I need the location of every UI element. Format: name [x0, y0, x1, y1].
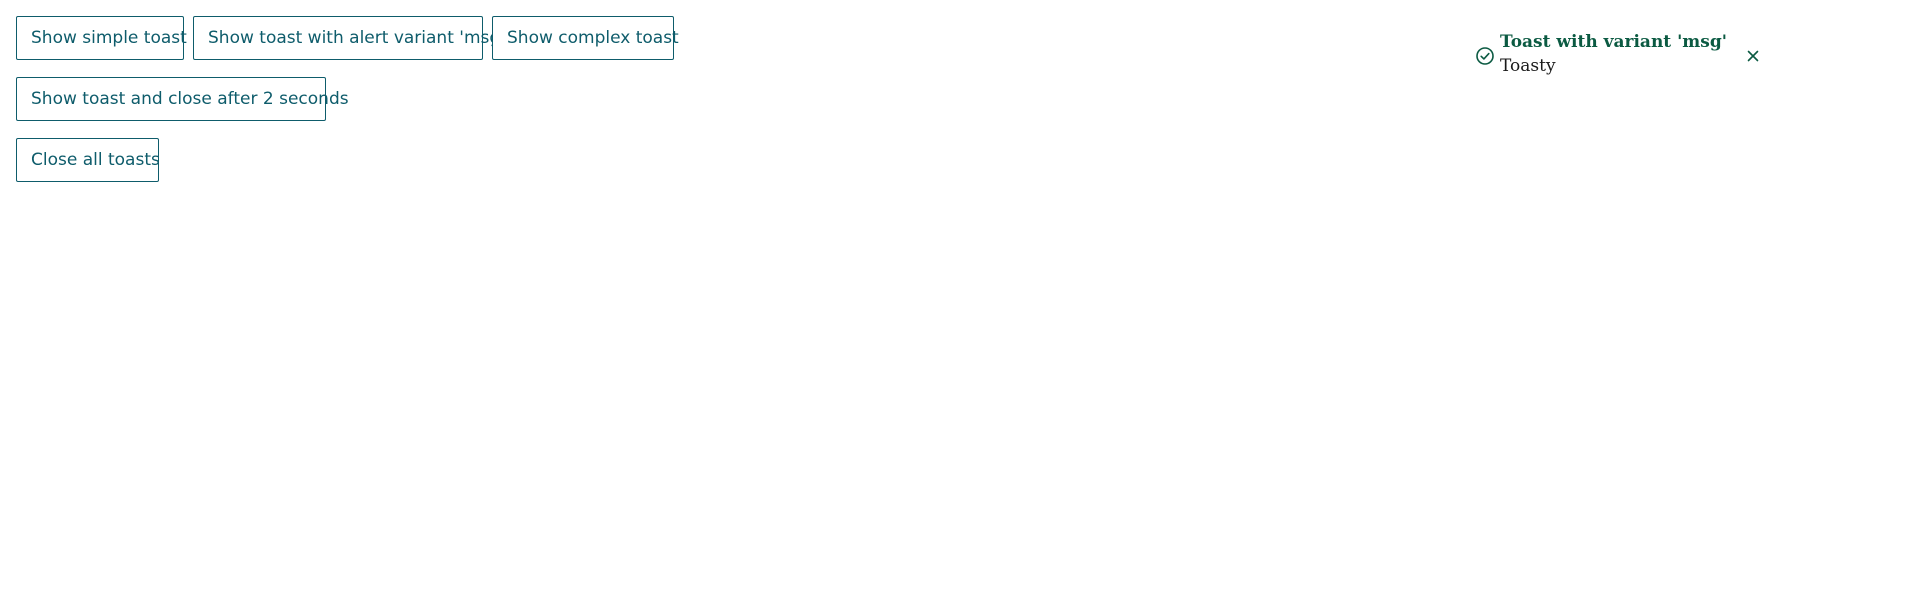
show-alert-variant-toast-button[interactable]: Show toast with alert variant 'msg'	[193, 16, 505, 60]
show-toast-close-after-2s-button[interactable]: Show toast and close after 2 seconds	[16, 77, 349, 121]
close-icon[interactable]	[1744, 47, 1762, 65]
toast-notification: Toast with variant 'msg' Toasty	[1470, 30, 1770, 82]
toast-message: Toasty	[1500, 56, 1556, 76]
close-all-toasts-button[interactable]: Close all toasts	[16, 138, 160, 182]
show-simple-toast-button[interactable]: Show simple toast	[16, 16, 187, 60]
toast-title: Toast with variant 'msg'	[1500, 32, 1727, 52]
check-circle-icon	[1475, 46, 1495, 66]
show-complex-toast-button[interactable]: Show complex toast	[492, 16, 679, 60]
